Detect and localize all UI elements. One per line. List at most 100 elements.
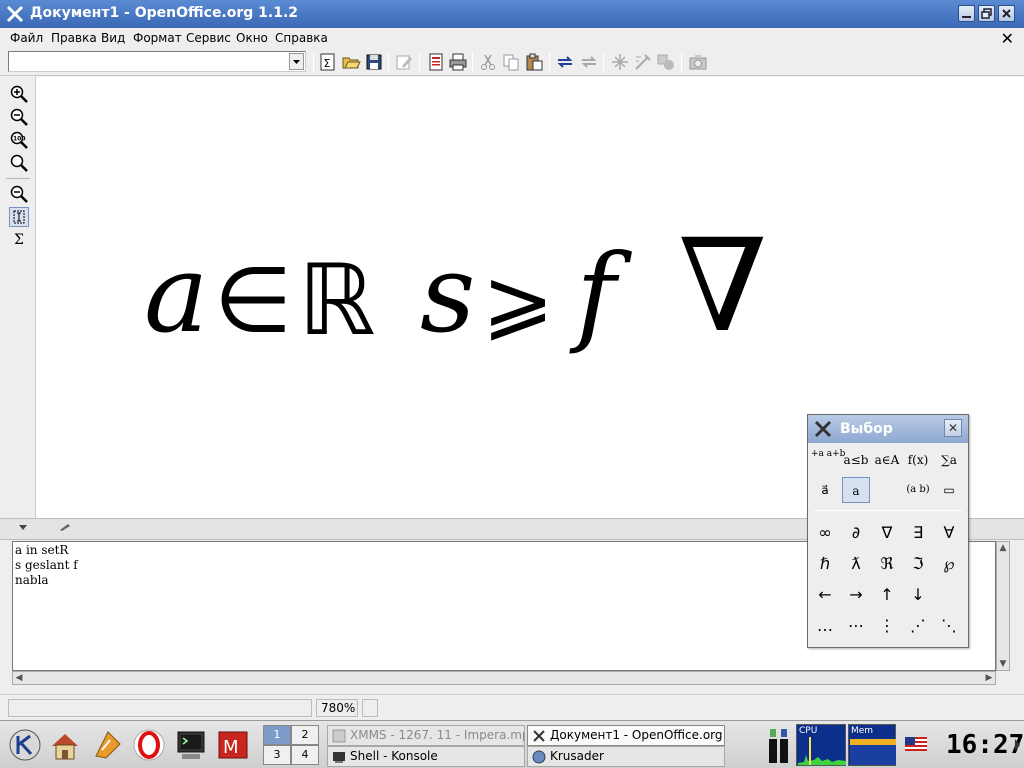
symbol-partial[interactable]: ∂ [842, 520, 870, 546]
menu-file[interactable]: Файл [10, 31, 43, 45]
chevron-down-icon[interactable] [289, 53, 304, 70]
task-krusader[interactable]: Krusader [527, 746, 725, 767]
home-icon[interactable] [46, 726, 84, 764]
close-document-icon[interactable]: ✕ [1001, 29, 1014, 48]
category-unary-binary[interactable]: +a a+b [811, 447, 845, 473]
menu-window[interactable]: Окно [236, 31, 268, 45]
symbol-infinity[interactable]: ∞ [811, 520, 839, 546]
maximize-button[interactable] [978, 5, 995, 22]
edit-icon[interactable] [394, 52, 414, 72]
zoom-100-icon[interactable]: 100 [9, 130, 29, 150]
category-attributes[interactable]: a⃗ [811, 477, 839, 503]
category-formats[interactable]: ▭ [935, 477, 963, 503]
zoom-out-icon[interactable] [9, 184, 29, 204]
task-xmms[interactable]: XMMS - 1267. 11 - Impera.mp [327, 725, 525, 746]
menu-format[interactable]: Формат [133, 31, 182, 45]
formula-cursor-icon[interactable] [9, 207, 29, 227]
horizontal-scrollbar[interactable]: ◀ ▶ [12, 671, 996, 685]
scroll-down-icon[interactable]: ▼ [997, 658, 1009, 670]
camera-icon[interactable] [688, 52, 708, 72]
menu-tools[interactable]: Сервис [186, 31, 231, 45]
us-flag-icon[interactable] [905, 737, 927, 751]
x-app-icon[interactable] [6, 5, 24, 23]
category-set-operations[interactable]: a∈A [873, 447, 901, 473]
mail-icon[interactable]: M [214, 726, 252, 764]
category-brackets[interactable]: (a b) [904, 477, 932, 503]
symbol-dots-up[interactable]: ⋰ [904, 613, 932, 639]
pin-icon[interactable] [58, 522, 72, 532]
save-icon[interactable] [364, 52, 384, 72]
memory-monitor[interactable]: Mem [848, 724, 896, 766]
scroll-up-icon[interactable]: ▲ [997, 542, 1009, 554]
desktop-4[interactable]: 4 [291, 745, 319, 765]
minimize-button[interactable] [958, 5, 975, 22]
scroll-left-icon[interactable]: ◀ [13, 672, 25, 684]
symbol-down-arrow[interactable]: ↓ [904, 582, 932, 608]
symbol-left-arrow[interactable]: ← [811, 582, 839, 608]
task-openoffice[interactable]: Документ1 - OpenOffice.org [527, 725, 725, 746]
redo-icon[interactable] [579, 52, 599, 72]
symbol-dots-down[interactable]: ⋱ [935, 613, 963, 639]
symbol-dots-vertical[interactable]: ⋮ [873, 613, 901, 639]
symbol-hbar[interactable]: ℏ [811, 551, 839, 577]
desktop-3[interactable]: 3 [263, 745, 291, 765]
symbol-forall[interactable]: ∀ [935, 520, 963, 546]
gallery-icon[interactable] [656, 52, 676, 72]
close-icon[interactable]: ✕ [944, 419, 962, 437]
menu-view[interactable]: Вид [101, 31, 125, 45]
category-operators[interactable]: ∑a [935, 447, 963, 473]
desktop-2[interactable]: 2 [291, 725, 319, 745]
desktop-1[interactable]: 1 [263, 725, 291, 745]
volume-mixer-icon[interactable] [766, 725, 792, 765]
symbol-lambdabar[interactable]: ƛ [842, 551, 870, 577]
scroll-right-icon[interactable]: ▶ [983, 672, 995, 684]
zoom-level[interactable]: 780% [316, 699, 358, 717]
draw-icon[interactable] [633, 52, 653, 72]
clock[interactable]: 16:27 [946, 724, 1024, 766]
symbol-exists[interactable]: ∃ [904, 520, 932, 546]
symbol-nabla[interactable]: ∇ [873, 520, 901, 546]
paste-icon[interactable] [524, 52, 544, 72]
symbol-weierstrass[interactable]: ℘ [935, 551, 963, 577]
symbol-dots-axis[interactable]: ⋯ [842, 613, 870, 639]
symbol-real-part[interactable]: ℜ [873, 551, 901, 577]
print-icon[interactable] [448, 52, 468, 72]
symbol-up-arrow[interactable]: ↑ [873, 582, 901, 608]
copy-icon[interactable] [501, 52, 521, 72]
opera-icon[interactable] [130, 726, 168, 764]
cut-icon[interactable] [478, 52, 498, 72]
formula-icon[interactable]: Σ [318, 52, 338, 72]
panel-hide-arrow-icon[interactable] [1012, 733, 1022, 757]
menu-help[interactable]: Справка [275, 31, 328, 45]
url-combobox[interactable] [8, 51, 306, 72]
vertical-scrollbar[interactable]: ▲ ▼ [996, 541, 1010, 671]
task-label: Shell - Konsole [350, 749, 438, 763]
undo-icon[interactable] [555, 52, 575, 72]
konqueror-icon[interactable] [88, 726, 126, 764]
category-others[interactable]: a [842, 477, 870, 503]
collapse-arrow-icon[interactable] [18, 522, 28, 532]
task-konsole[interactable]: Shell - Konsole [327, 746, 525, 767]
close-window-button[interactable] [998, 5, 1015, 22]
symbol-right-arrow[interactable]: → [842, 582, 870, 608]
navigator-icon[interactable] [610, 52, 630, 72]
dialog-title-bar[interactable]: Выбор ✕ [808, 415, 968, 443]
menu-edit[interactable]: Правка [51, 31, 97, 45]
category-relations[interactable]: a≤b [842, 447, 870, 473]
zoom-in-icon[interactable] [9, 84, 29, 104]
cpu-monitor[interactable]: CPU [796, 724, 846, 766]
terminal-icon[interactable] [172, 726, 210, 764]
toolbar-separator [472, 52, 473, 72]
kde-menu-icon[interactable] [6, 726, 44, 764]
open-icon[interactable] [341, 52, 361, 72]
zoom-out-icon[interactable] [9, 107, 29, 127]
zoom-all-icon[interactable] [9, 153, 29, 173]
category-functions[interactable]: f(x) [904, 447, 932, 473]
formula-token-real-set: ℝ [298, 244, 376, 358]
title-bar[interactable]: Документ1 - OpenOffice.org 1.1.2 [0, 0, 1024, 28]
pdf-export-icon[interactable] [426, 52, 446, 72]
symbol-dots-low[interactable]: … [811, 613, 839, 639]
symbol-imaginary-part[interactable]: ℑ [904, 551, 932, 577]
xmms-icon [332, 729, 346, 743]
sigma-icon[interactable]: Σ [9, 230, 29, 250]
